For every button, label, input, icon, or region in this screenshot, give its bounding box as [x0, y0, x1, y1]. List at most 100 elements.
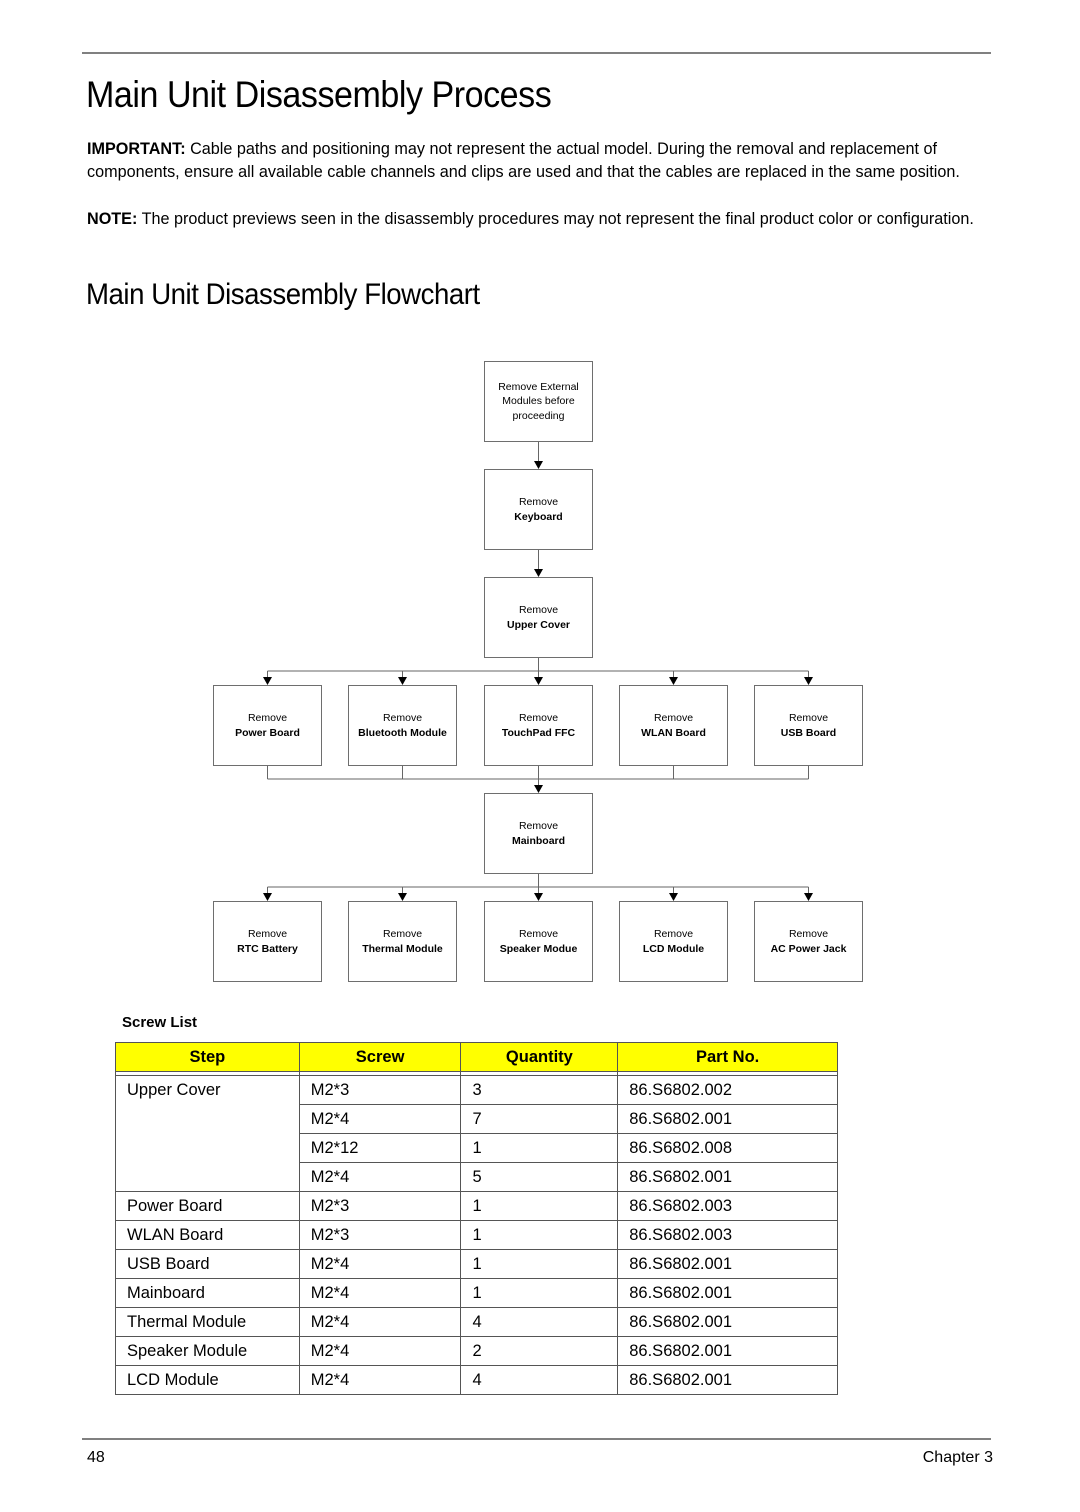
page-title: Main Unit Disassembly Process — [86, 74, 552, 115]
table-row: Upper Cover M2*3 3 86.S6802.002 — [115, 1075, 838, 1105]
flow-box-verb: Remove — [382, 928, 423, 940]
step-cell: WLAN Board — [115, 1220, 300, 1250]
important-text: Cable paths and positioning may not repr… — [87, 140, 960, 181]
flow-box-text: Remove External Modules before proceedin… — [498, 380, 579, 422]
flow-box-speaker-module: Remove Speaker Modue — [484, 901, 593, 982]
flow-box-thermal-module: Remove Thermal Module — [348, 901, 457, 982]
arrowhead-rtc — [263, 893, 272, 901]
flow-box-start: Remove External Modules before proceedin… — [484, 361, 593, 442]
table-row: M2*12 1 86.S6802.008 — [115, 1133, 838, 1163]
part-no-cell: 86.S6802.002 — [617, 1075, 838, 1105]
flow-box-object: Power Board — [235, 726, 300, 739]
step-cell: LCD Module — [115, 1365, 300, 1395]
step-cell: Mainboard — [115, 1278, 300, 1308]
flow-box-object: Keyboard — [514, 510, 563, 523]
flowchart-heading: Main Unit Disassembly Flowchart — [86, 278, 480, 311]
note-paragraph: NOTE: The product previews seen in the d… — [87, 208, 987, 231]
flow-box-verb: Remove — [788, 928, 829, 940]
part-no-cell: 86.S6802.001 — [617, 1104, 838, 1134]
flow-box-verb: Remove — [518, 928, 559, 940]
part-no-cell: 86.S6802.001 — [617, 1365, 838, 1395]
step-cell: Power Board — [115, 1191, 300, 1221]
step-cell: Speaker Module — [115, 1336, 300, 1366]
screw-list-title: Screw List — [122, 1014, 198, 1031]
quantity-cell: 1 — [460, 1249, 619, 1279]
quantity-cell: 4 — [460, 1365, 619, 1395]
part-no-cell: 86.S6802.001 — [617, 1307, 838, 1337]
footer-rule — [82, 1438, 991, 1440]
flow-box-power-board: Remove Power Board — [213, 685, 322, 766]
flow-box-object: TouchPad FFC — [501, 726, 576, 739]
table-header-row: Step Screw Quantity Part No. — [115, 1042, 838, 1072]
flow-box-object: LCD Module — [642, 942, 705, 955]
chapter-label: Chapter 3 — [922, 1449, 993, 1466]
flow-box-object: USB Board — [780, 726, 837, 739]
arrowhead-thermal — [398, 893, 407, 901]
table-row: M2*4 7 86.S6802.001 — [115, 1104, 838, 1134]
arrowhead-speaker — [534, 893, 543, 901]
part-no-cell: 86.S6802.001 — [617, 1162, 838, 1192]
table-row: Mainboard M2*4 1 86.S6802.001 — [115, 1278, 838, 1308]
table-row: M2*4 5 86.S6802.001 — [115, 1162, 838, 1192]
important-label: IMPORTANT: — [87, 140, 186, 158]
column-header-part-no: Part No. — [617, 1042, 838, 1072]
screw-cell: M2*4 — [298, 1278, 462, 1308]
table-row: WLAN Board M2*3 1 86.S6802.003 — [115, 1220, 838, 1250]
arrowhead-keyboard — [534, 461, 543, 469]
quantity-cell: 2 — [460, 1336, 619, 1366]
flow-box-upper-cover: Remove Upper Cover — [484, 577, 593, 658]
screw-cell: M2*12 — [298, 1133, 462, 1163]
screw-cell: M2*3 — [298, 1075, 462, 1105]
flow-box-usb-board: Remove USB Board — [754, 685, 863, 766]
arrowhead-usb — [804, 677, 813, 685]
arrowhead-mainboard — [534, 785, 543, 793]
quantity-cell: 3 — [460, 1075, 619, 1105]
flow-box-bluetooth-module: Remove Bluetooth Module — [348, 685, 457, 766]
arrowhead-lcd — [669, 893, 678, 901]
screw-cell: M2*4 — [298, 1336, 462, 1366]
arrowhead-acjack — [804, 893, 813, 901]
table-row: Speaker Module M2*4 2 86.S6802.001 — [115, 1336, 838, 1366]
screw-cell: M2*4 — [298, 1162, 462, 1192]
note-label: NOTE: — [87, 210, 138, 228]
step-cell: USB Board — [115, 1249, 300, 1279]
part-no-cell: 86.S6802.003 — [617, 1220, 838, 1250]
quantity-cell: 4 — [460, 1307, 619, 1337]
flow-box-rtc-battery: Remove RTC Battery — [213, 901, 322, 982]
flow-box-touchpad-ffc: Remove TouchPad FFC — [484, 685, 593, 766]
flow-box-verb: Remove — [788, 712, 829, 724]
step-cell — [115, 1162, 300, 1192]
screw-cell: M2*4 — [298, 1307, 462, 1337]
screw-cell: M2*4 — [298, 1365, 462, 1395]
flow-box-lcd-module: Remove LCD Module — [619, 901, 728, 982]
screw-list-table: Step Screw Quantity Part No. Upper Cover… — [115, 1042, 838, 1395]
column-header-step: Step — [115, 1042, 300, 1072]
step-cell: Upper Cover — [115, 1075, 300, 1105]
arrowhead-wlan — [669, 677, 678, 685]
screw-cell: M2*3 — [298, 1191, 462, 1221]
step-cell — [115, 1133, 300, 1163]
flow-box-verb: Remove — [382, 712, 423, 724]
flow-box-object: RTC Battery — [237, 942, 298, 955]
table-row: Power Board M2*3 1 86.S6802.003 — [115, 1191, 838, 1221]
column-header-screw: Screw — [298, 1042, 462, 1072]
quantity-cell: 1 — [460, 1220, 619, 1250]
flow-box-keyboard: Remove Keyboard — [484, 469, 593, 550]
important-paragraph: IMPORTANT: Cable paths and positioning m… — [87, 138, 987, 183]
flow-box-wlan-board: Remove WLAN Board — [619, 685, 728, 766]
table-row: Thermal Module M2*4 4 86.S6802.001 — [115, 1307, 838, 1337]
flow-box-verb: Remove — [518, 496, 559, 508]
arrowhead-uppercover — [534, 569, 543, 577]
page-number: 48 — [87, 1449, 105, 1466]
step-cell — [115, 1104, 300, 1134]
quantity-cell: 7 — [460, 1104, 619, 1134]
arrowhead-touchpad — [534, 677, 543, 685]
flow-box-object: Bluetooth Module — [358, 726, 447, 739]
flow-box-object: Upper Cover — [506, 618, 570, 631]
flow-box-verb: Remove — [518, 604, 559, 616]
flow-box-verb: Remove — [518, 820, 559, 832]
flow-box-verb: Remove — [653, 712, 694, 724]
flow-box-ac-power-jack: Remove AC Power Jack — [754, 901, 863, 982]
note-text: The product previews seen in the disasse… — [137, 210, 974, 228]
flow-box-verb: Remove — [518, 712, 559, 724]
